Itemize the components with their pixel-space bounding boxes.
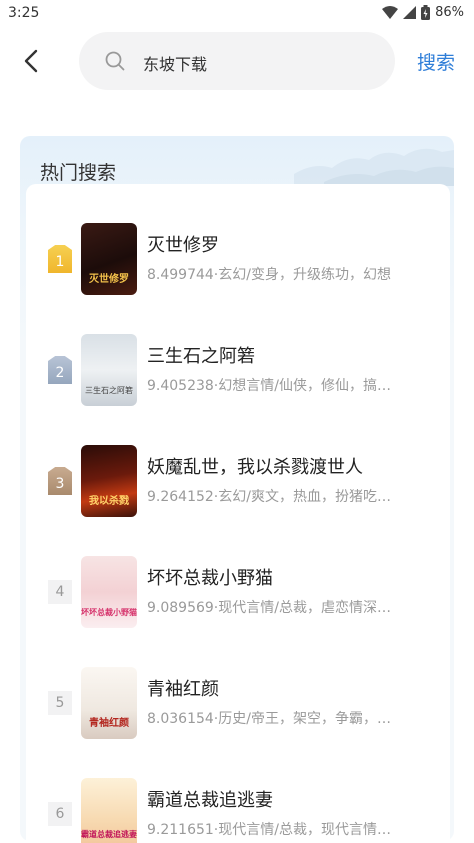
book-cover[interactable]: 霸道总裁追逃妻 xyxy=(81,778,137,843)
search-icon xyxy=(105,51,125,71)
book-title: 坏坏总裁小野猫 xyxy=(147,568,273,589)
hot-search-card: 热门搜索 1 灭世修罗 灭世修罗 8.499744·玄幻/变身，升级练功，幻想 … xyxy=(20,136,454,843)
signal-icon xyxy=(403,6,417,19)
book-title: 妖魔乱世，我以杀戮渡世人 xyxy=(147,457,363,478)
search-button[interactable]: 搜索 xyxy=(417,48,455,75)
list-item[interactable]: 1 灭世修罗 灭世修罗 8.499744·玄幻/变身，升级练功，幻想 xyxy=(26,223,450,303)
search-input[interactable]: 东坡下载 xyxy=(79,32,395,90)
battery-icon xyxy=(421,5,431,20)
mountain-decoration xyxy=(294,148,454,186)
rank-number: 4 xyxy=(48,580,72,604)
book-meta: 8.036154·历史/帝王，架空，争霸，… xyxy=(147,711,391,727)
book-meta: 8.499744·玄幻/变身，升级练功，幻想 xyxy=(147,267,391,283)
book-cover[interactable]: 三生石之阿箬 xyxy=(81,334,137,406)
rank-badge-silver: 2 xyxy=(48,356,72,384)
list-item[interactable]: 4 坏坏总裁小野猫 坏坏总裁小野猫 9.089569·现代言情/总裁，虐恋情深… xyxy=(26,556,450,636)
hot-search-title: 热门搜索 xyxy=(40,162,117,184)
chevron-left-icon xyxy=(24,49,38,73)
book-title: 霸道总裁追逃妻 xyxy=(147,790,273,811)
book-meta: 9.089569·现代言情/总裁，虐恋情深… xyxy=(147,600,391,616)
search-query: 东坡下载 xyxy=(143,55,208,74)
book-title: 灭世修罗 xyxy=(147,235,219,256)
status-icons: 86% xyxy=(382,5,464,20)
book-title: 青袖红颜 xyxy=(147,679,219,700)
wifi-icon xyxy=(382,6,399,19)
hot-search-list: 1 灭世修罗 灭世修罗 8.499744·玄幻/变身，升级练功，幻想 2 三生石… xyxy=(26,184,450,843)
rank-number: 6 xyxy=(48,802,72,826)
book-cover[interactable]: 灭世修罗 xyxy=(81,223,137,295)
status-bar: 3:25 86% xyxy=(0,0,474,28)
rank-badge-bronze: 3 xyxy=(48,467,72,495)
book-title: 三生石之阿箬 xyxy=(147,346,255,367)
list-item[interactable]: 6 霸道总裁追逃妻 霸道总裁追逃妻 9.211651·现代言情/总裁，现代言情… xyxy=(26,778,450,843)
status-time: 3:25 xyxy=(8,5,40,21)
list-item[interactable]: 2 三生石之阿箬 三生石之阿箬 9.405238·幻想言情/仙侠，修仙，搞… xyxy=(26,334,450,414)
book-cover[interactable]: 青袖红颜 xyxy=(81,667,137,739)
book-meta: 9.264152·玄幻/爽文，热血，扮猪吃… xyxy=(147,489,391,505)
book-cover[interactable]: 坏坏总裁小野猫 xyxy=(81,556,137,628)
rank-badge-gold: 1 xyxy=(48,245,72,273)
book-cover[interactable]: 我以杀戮 xyxy=(81,445,137,517)
book-meta: 9.211651·现代言情/总裁，现代言情… xyxy=(147,822,391,838)
battery-percent: 86% xyxy=(435,5,464,20)
back-button[interactable] xyxy=(14,44,48,78)
list-item[interactable]: 3 我以杀戮 妖魔乱世，我以杀戮渡世人 9.264152·玄幻/爽文，热血，扮猪… xyxy=(26,445,450,525)
book-meta: 9.405238·幻想言情/仙侠，修仙，搞… xyxy=(147,378,391,394)
list-item[interactable]: 5 青袖红颜 青袖红颜 8.036154·历史/帝王，架空，争霸，… xyxy=(26,667,450,747)
rank-number: 5 xyxy=(48,691,72,715)
